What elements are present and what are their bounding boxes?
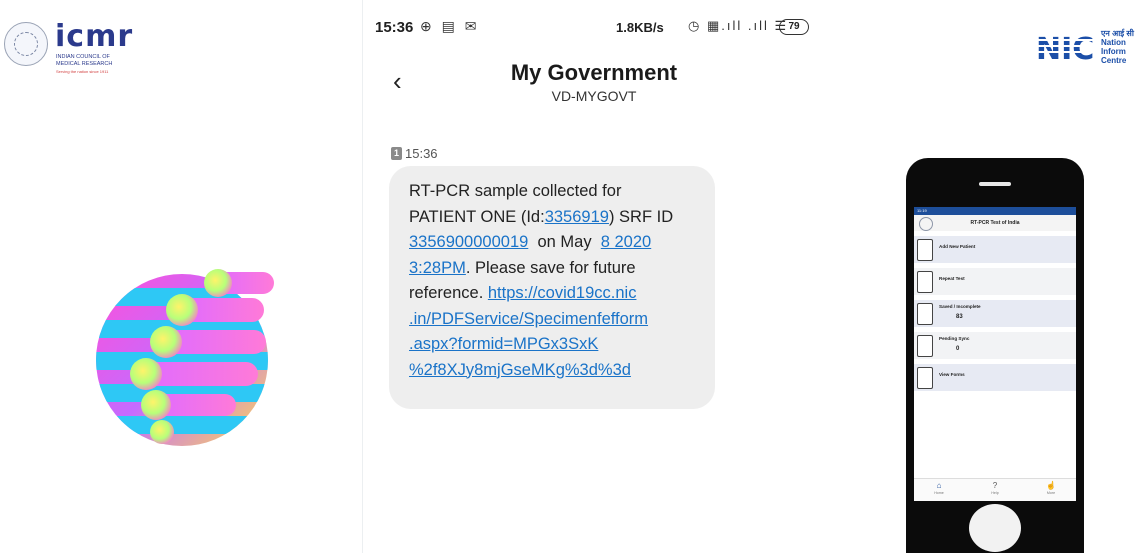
add-patient-icon <box>917 239 933 261</box>
specimen-form-link-cont[interactable]: .aspx?formid=MPGx3SxK <box>409 335 598 353</box>
patient-id-link[interactable]: 3356919 <box>545 208 609 226</box>
app-screen: 11:19 RT-PCR Test of India Add New Patie… <box>914 207 1076 501</box>
icmr-name-line-2: MEDICAL RESEARCH <box>56 61 113 67</box>
nic-hindi-name: एन आई सी <box>1101 29 1134 38</box>
date-link[interactable]: 8 2020 <box>601 233 651 251</box>
nav-home[interactable]: ⌂ Home <box>924 481 954 495</box>
nic-name-line-2: Inform <box>1101 47 1126 56</box>
icmr-panel: icmr INDIAN COUNCIL OF MEDICAL RESEARCH … <box>0 0 362 553</box>
time-link[interactable]: 3:28PM <box>409 259 466 277</box>
message-line: 3356900000019 on May 8 2020 <box>409 233 652 251</box>
message-line: %2f8XJy8mjGseMKg%3d%3d <box>409 358 715 384</box>
battery-icon: 79 <box>779 19 809 35</box>
menu-label: Saved / Incomplete <box>939 304 981 309</box>
phone-speaker <box>979 182 1011 186</box>
sender-id: VD-MYGOVT <box>551 88 637 104</box>
sim-1-icon: 1 <box>391 147 402 160</box>
nav-more[interactable]: ☝ More <box>1036 481 1066 495</box>
app-title: RT-PCR Test of India <box>970 220 1020 226</box>
icmr-logo-wordmark: icmr <box>55 19 134 54</box>
signal-wifi-icons: ◷ ▦.ıll .ıll ☰ <box>688 18 789 33</box>
message-bubble: RT-PCR sample collected for PATIENT ONE … <box>389 166 715 409</box>
menu-label: Repeat Test <box>939 276 965 281</box>
menu-repeat-test[interactable]: Repeat Test <box>914 268 1076 295</box>
app-status-bar: 11:19 <box>914 207 1076 215</box>
status-bar-time: 15:36 <box>375 19 414 36</box>
specimen-form-link[interactable]: https://covid19cc.nic <box>488 284 637 302</box>
message-line: .in/PDFService/Specimenfefform <box>409 307 715 333</box>
nic-logo-text: NIC <box>1036 32 1094 65</box>
menu-view-forms[interactable]: View Forms <box>914 364 1076 391</box>
menu-pending-sync[interactable]: Pending Sync 0 <box>914 332 1076 359</box>
menu-saved-incomplete[interactable]: Saved / Incomplete 83 <box>914 300 1076 327</box>
view-forms-icon <box>917 367 933 389</box>
nav-help[interactable]: ? Help <box>980 481 1010 495</box>
more-icon: ☝ <box>1046 481 1056 490</box>
message-line: PATIENT ONE (Id:3356919) SRF ID <box>409 207 674 226</box>
notification-icons: ⊕ ▤ ✉ <box>420 18 480 34</box>
phone-home-button <box>969 504 1021 552</box>
specimen-form-link-cont[interactable]: .in/PDFService/Specimenfefform <box>409 310 648 328</box>
saved-forms-icon <box>917 303 933 325</box>
message-line: .aspx?formid=MPGx3SxK <box>409 332 715 358</box>
nav-label: Home <box>934 491 944 495</box>
menu-label: Add New Patient <box>939 244 976 249</box>
pending-sync-icon <box>917 335 933 357</box>
sms-screenshot: 15:36 ⊕ ▤ ✉ 1.8KB/s ◷ ▦.ıll .ıll ☰ 79 ‹ … <box>362 0 826 553</box>
menu-label: Pending Sync <box>939 336 970 341</box>
pending-count: 0 <box>956 346 960 352</box>
message-timestamp: 15:36 <box>405 146 438 161</box>
app-header: RT-PCR Test of India <box>914 215 1076 231</box>
nav-label: Help <box>991 491 999 495</box>
nic-name-line-1: Nation <box>1101 38 1126 47</box>
app-bottom-nav: ⌂ Home ? Help ☝ More <box>914 478 1076 501</box>
icmr-seal-icon <box>4 22 48 66</box>
home-icon: ⌂ <box>936 481 942 490</box>
specimen-form-link-cont[interactable]: %2f8XJy8mjGseMKg%3d%3d <box>409 361 631 379</box>
nic-panel: NIC एन आई सी Nation Inform Centre 11:19 … <box>824 0 1145 553</box>
network-speed: 1.8KB/s <box>616 20 664 35</box>
saved-count: 83 <box>956 314 963 320</box>
icmr-tagline: Serving the nation since 1911 <box>56 69 109 74</box>
message-line: RT-PCR sample collected for <box>409 182 622 200</box>
message-line: reference. https://covid19cc.nic <box>409 284 637 302</box>
message-line: 3:28PM. Please save for future <box>409 258 636 277</box>
phone-mockup: 11:19 RT-PCR Test of India Add New Patie… <box>906 158 1084 553</box>
sender-name: My Government <box>510 60 678 85</box>
help-icon: ? <box>992 481 998 490</box>
nic-logo-icon: NIC <box>1036 32 1096 65</box>
icmr-name-line-1: INDIAN COUNCIL OF <box>56 54 110 60</box>
menu-add-new-patient[interactable]: Add New Patient <box>914 236 1076 263</box>
nav-label: More <box>1046 491 1056 495</box>
nic-name-line-3: Centre <box>1101 56 1127 65</box>
srf-id-link[interactable]: 3356900000019 <box>409 233 528 251</box>
menu-label: View Forms <box>939 372 965 377</box>
globe-logo-icon <box>96 269 274 446</box>
repeat-test-icon <box>917 271 933 293</box>
